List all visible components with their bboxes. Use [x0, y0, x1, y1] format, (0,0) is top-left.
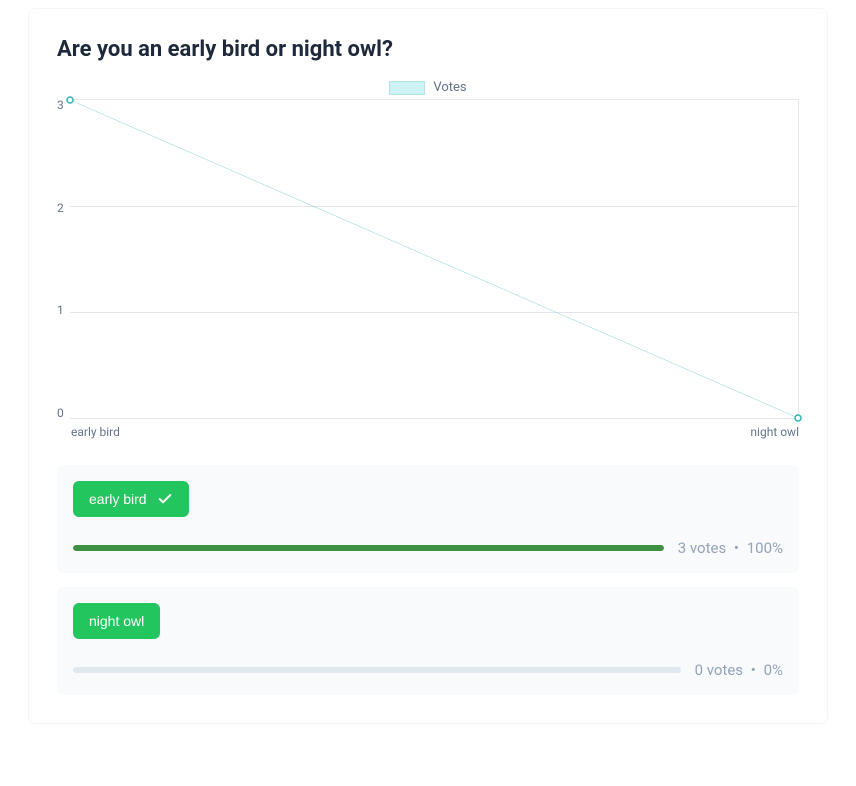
x-tick: night owl: [435, 425, 799, 439]
vote-count: 0 votes: [695, 661, 743, 679]
vote-percent: 100%: [747, 539, 783, 557]
vote-bar-fill: [73, 545, 664, 551]
vote-bar-track: [73, 545, 664, 551]
option-label: night owl: [89, 613, 144, 629]
legend-swatch: [389, 81, 425, 95]
legend-label: Votes: [433, 80, 466, 95]
poll-option: early bird 3 votes • 100%: [57, 465, 799, 573]
check-icon: [157, 491, 173, 507]
option-button-early-bird[interactable]: early bird: [73, 481, 189, 517]
vote-stats-text: 0 votes • 0%: [695, 661, 783, 679]
x-tick: early bird: [71, 425, 435, 439]
option-stats: 0 votes • 0%: [73, 661, 783, 679]
x-axis: early bird night owl: [57, 425, 799, 439]
y-axis: 3 2 1 0: [57, 99, 70, 419]
vote-count: 3 votes: [678, 539, 726, 557]
option-label: early bird: [89, 491, 147, 507]
separator-dot: •: [751, 661, 756, 679]
chart-legend: Votes: [57, 80, 799, 95]
poll-title: Are you an early bird or night owl?: [57, 37, 799, 62]
y-tick: 2: [57, 202, 64, 214]
data-point: [66, 96, 74, 104]
vote-stats-text: 3 votes • 100%: [678, 539, 783, 557]
poll-card: Are you an early bird or night owl? Vote…: [28, 8, 828, 724]
votes-chart: Votes 3 2 1 0: [57, 80, 799, 439]
chart-plot-area: 3 2 1 0: [57, 99, 799, 419]
plot-region: [70, 99, 799, 419]
poll-option: night owl 0 votes • 0%: [57, 587, 799, 695]
option-stats: 3 votes • 100%: [73, 539, 783, 557]
poll-options: early bird 3 votes • 100% night owl: [57, 465, 799, 695]
data-point: [794, 414, 802, 422]
separator-dot: •: [734, 539, 739, 557]
y-tick: 1: [57, 304, 64, 316]
line-layer: [70, 100, 798, 418]
vote-percent: 0%: [764, 661, 783, 679]
y-tick: 0: [57, 407, 64, 419]
y-tick: 3: [57, 99, 64, 111]
vote-bar-track: [73, 667, 681, 673]
option-button-night-owl[interactable]: night owl: [73, 603, 160, 639]
